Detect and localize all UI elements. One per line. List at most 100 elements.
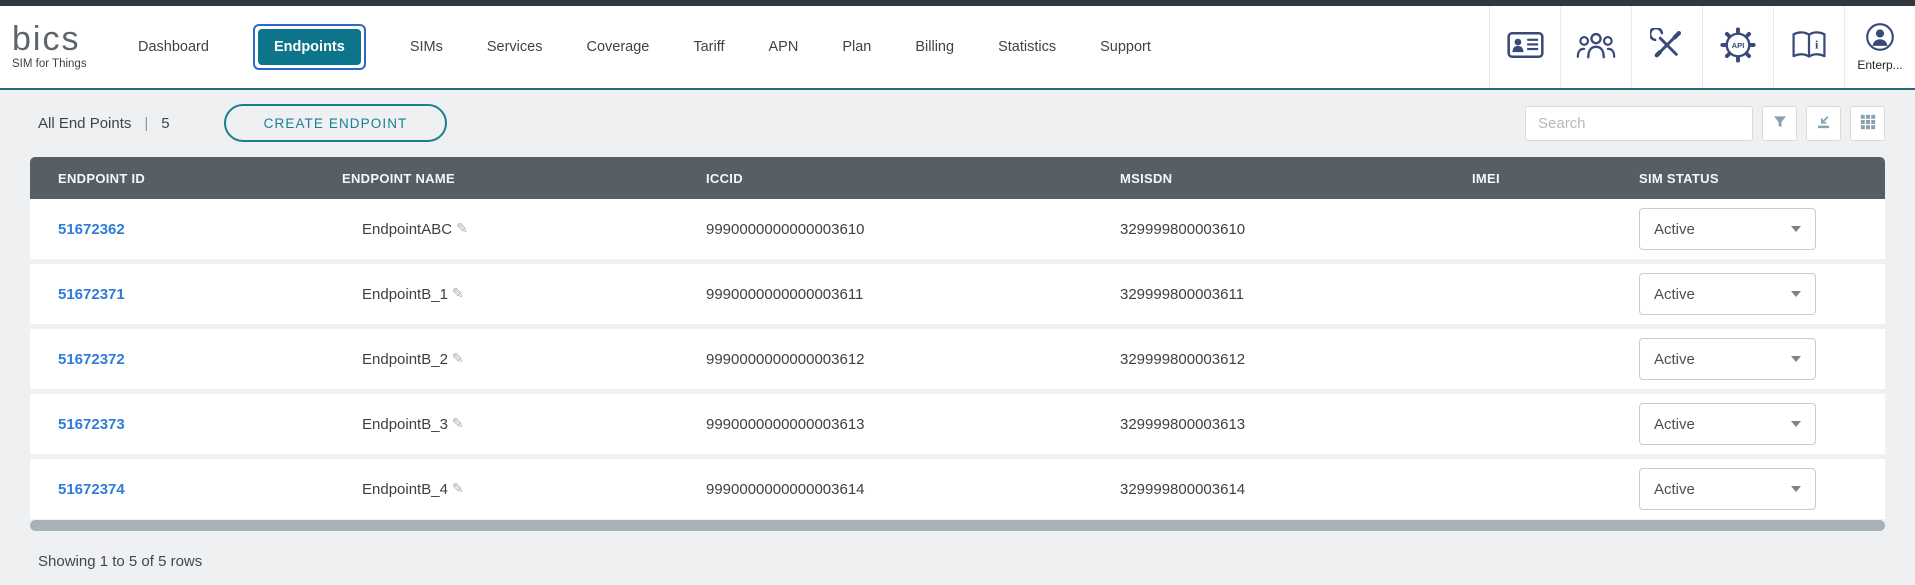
table-row: 51672362 EndpointABC✎ 999000000000000361… — [30, 199, 1885, 259]
nav-active-outline: Endpoints — [253, 24, 366, 70]
search-input[interactable] — [1525, 106, 1753, 141]
svg-text:i: i — [1815, 37, 1819, 51]
list-title: All End Points | 5 — [38, 115, 170, 132]
sim-status-value: Active — [1654, 286, 1695, 303]
endpoint-id-link[interactable]: 51672362 — [58, 221, 125, 238]
rows-summary: Showing 1 to 5 of 5 rows — [38, 553, 1915, 570]
columns-button[interactable] — [1850, 106, 1885, 141]
main-nav: bics SIM for Things Dashboard Endpoints SI… — [0, 6, 1915, 90]
chevron-down-icon — [1791, 421, 1801, 427]
msisdn-value: 329999800003613 — [1095, 416, 1445, 433]
table-body: 51672362 EndpointABC✎ 999000000000000361… — [30, 199, 1885, 519]
endpoints-table: ENDPOINT IDENDPOINT NAMEICCIDMSISDNIMEIS… — [30, 157, 1885, 519]
enterprise-label: Enterp... — [1857, 58, 1902, 72]
horizontal-scrollbar-thumb[interactable] — [30, 520, 1885, 531]
endpoint-id-link[interactable]: 51672372 — [58, 351, 125, 368]
nav-menu: Dashboard Endpoints SIMs Services Coverage Ta… — [138, 24, 1151, 70]
toolbar-right-group — [1525, 106, 1885, 141]
endpoint-name: EndpointB_2 — [362, 351, 448, 368]
edit-pencil-icon[interactable]: ✎ — [452, 286, 464, 302]
brand-name: bics — [12, 24, 112, 55]
export-icon — [1815, 114, 1832, 133]
endpoint-name: EndpointABC — [362, 221, 452, 238]
sim-status-dropdown[interactable]: Active — [1639, 208, 1816, 250]
column-grid-icon — [1860, 114, 1876, 133]
nav-item-apn[interactable]: APN — [769, 39, 799, 55]
column-header-iccid: ICCID — [680, 171, 1095, 186]
contact-card-icon — [1507, 31, 1544, 64]
column-header-endpoint-id: ENDPOINT ID — [30, 171, 315, 186]
table-row: 51672371 EndpointB_1✎ 999000000000000361… — [30, 264, 1885, 324]
horizontal-scrollbar-track — [30, 520, 1885, 531]
contact-card-button[interactable] — [1489, 6, 1560, 88]
brand-tagline: SIM for Things — [12, 58, 112, 70]
sim-status-value: Active — [1654, 351, 1695, 368]
export-button[interactable] — [1806, 106, 1841, 141]
iccid-value: 9990000000000003610 — [680, 221, 1095, 238]
endpoint-name: EndpointB_4 — [362, 481, 448, 498]
chevron-down-icon — [1791, 356, 1801, 362]
sim-status-dropdown[interactable]: Active — [1639, 403, 1816, 445]
brand-logo[interactable]: bics SIM for Things — [0, 6, 112, 88]
title-divider: | — [144, 115, 148, 132]
msisdn-value: 329999800003610 — [1095, 221, 1445, 238]
nav-item-statistics[interactable]: Statistics — [998, 39, 1056, 55]
edit-pencil-icon[interactable]: ✎ — [452, 416, 464, 432]
table-row: 51672372 EndpointB_2✎ 999000000000000361… — [30, 329, 1885, 389]
table-header-row: ENDPOINT IDENDPOINT NAMEICCIDMSISDNIMEIS… — [30, 157, 1885, 199]
endpoint-id-link[interactable]: 51672373 — [58, 416, 125, 433]
enterprise-user-icon — [1865, 22, 1895, 57]
api-button[interactable]: API — [1702, 6, 1773, 88]
create-endpoint-button[interactable]: CREATE ENDPOINT — [224, 104, 448, 142]
edit-pencil-icon[interactable]: ✎ — [452, 351, 464, 367]
endpoint-id-link[interactable]: 51672371 — [58, 286, 125, 303]
nav-item-coverage[interactable]: Coverage — [586, 39, 649, 55]
nav-item-billing[interactable]: Billing — [915, 39, 954, 55]
filter-button[interactable] — [1762, 106, 1797, 141]
endpoint-name: EndpointB_3 — [362, 416, 448, 433]
sim-status-value: Active — [1654, 481, 1695, 498]
sim-status-dropdown[interactable]: Active — [1639, 468, 1816, 510]
endpoint-name: EndpointB_1 — [362, 286, 448, 303]
tools-button[interactable] — [1631, 6, 1702, 88]
column-header-sim-status: SIM STATUS — [1575, 171, 1885, 186]
api-gear-icon: API — [1720, 27, 1756, 68]
sim-status-value: Active — [1654, 416, 1695, 433]
tools-icon — [1650, 28, 1684, 67]
filter-funnel-icon — [1772, 114, 1788, 133]
nav-item-tariff[interactable]: Tariff — [693, 39, 724, 55]
iccid-value: 9990000000000003613 — [680, 416, 1095, 433]
column-header-imei: IMEI — [1445, 171, 1575, 186]
chevron-down-icon — [1791, 291, 1801, 297]
column-header-endpoint-name: ENDPOINT NAME — [315, 171, 680, 186]
documentation-button[interactable]: i — [1773, 6, 1844, 88]
sim-status-dropdown[interactable]: Active — [1639, 338, 1816, 380]
msisdn-value: 329999800003614 — [1095, 481, 1445, 498]
list-toolbar: All End Points | 5 CREATE ENDPOINT — [38, 103, 1885, 143]
msisdn-value: 329999800003611 — [1095, 286, 1445, 303]
nav-item-services[interactable]: Services — [487, 39, 543, 55]
nav-item-support[interactable]: Support — [1100, 39, 1151, 55]
iccid-value: 9990000000000003614 — [680, 481, 1095, 498]
page-title: All End Points — [38, 115, 131, 132]
edit-pencil-icon[interactable]: ✎ — [452, 481, 464, 497]
sim-status-dropdown[interactable]: Active — [1639, 273, 1816, 315]
endpoint-count: 5 — [161, 115, 169, 132]
iccid-value: 9990000000000003612 — [680, 351, 1095, 368]
documentation-book-icon: i — [1791, 29, 1827, 66]
table-row: 51672373 EndpointB_3✎ 999000000000000361… — [30, 394, 1885, 454]
nav-item-sims[interactable]: SIMs — [410, 39, 443, 55]
edit-pencil-icon[interactable]: ✎ — [456, 221, 468, 237]
nav-icon-group: API i Enterp... — [1489, 6, 1915, 88]
endpoint-id-link[interactable]: 51672374 — [58, 481, 125, 498]
svg-text:API: API — [1732, 41, 1745, 50]
chevron-down-icon — [1791, 486, 1801, 492]
sim-status-value: Active — [1654, 221, 1695, 238]
enterprise-user-button[interactable]: Enterp... — [1844, 6, 1915, 88]
nav-item-dashboard[interactable]: Dashboard — [138, 39, 209, 55]
nav-item-endpoints[interactable]: Endpoints — [258, 29, 361, 65]
users-button[interactable] — [1560, 6, 1631, 88]
nav-item-plan[interactable]: Plan — [842, 39, 871, 55]
users-group-icon — [1576, 30, 1616, 65]
iccid-value: 9990000000000003611 — [680, 286, 1095, 303]
